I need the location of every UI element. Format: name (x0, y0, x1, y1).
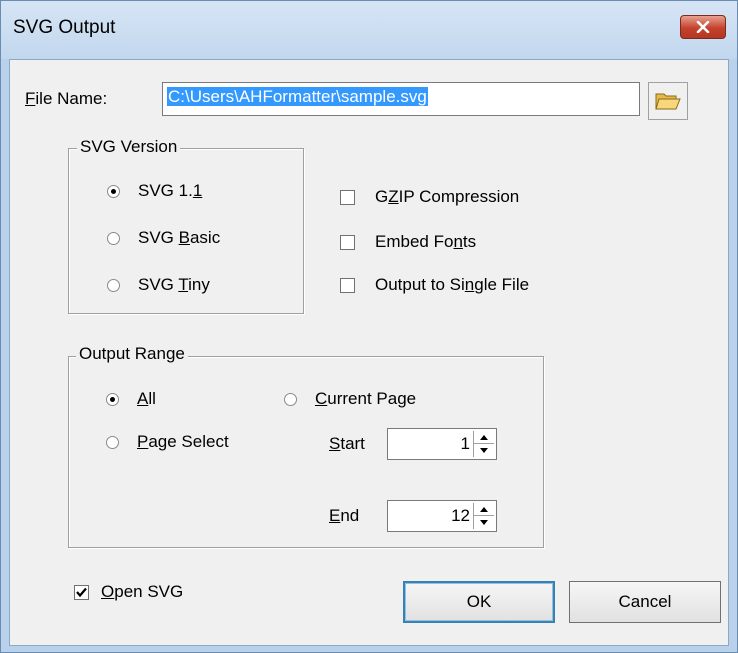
checkbox-single-file-label: Output to Single File (375, 275, 530, 294)
checkmark-icon (76, 587, 87, 597)
radio-indicator (107, 278, 120, 292)
checkbox-box (74, 584, 89, 600)
radio-svg-basic-label: SVG Basic (138, 228, 221, 247)
file-name-label: File Name: (25, 89, 108, 108)
close-button[interactable] (680, 15, 726, 39)
checkbox-box (340, 234, 355, 250)
checkbox-gzip-label: GZIP Compression (375, 187, 520, 206)
radio-page-select-label: Page Select (137, 432, 229, 451)
checkbox-output-single-file[interactable]: Output to Single File (340, 275, 529, 295)
radio-svg-tiny-label: SVG Tiny (138, 275, 210, 294)
arrow-up-icon (480, 434, 488, 440)
arrow-down-icon (480, 519, 488, 525)
end-label: End (329, 506, 360, 525)
radio-svg-basic[interactable]: SVG Basic (107, 228, 220, 248)
checkbox-box (340, 189, 355, 205)
checkbox-embed-fonts-label: Embed Fonts (375, 232, 477, 251)
cancel-button[interactable]: Cancel (569, 581, 721, 623)
arrow-down-icon (480, 447, 488, 453)
svg-output-dialog: SVG Output File Name: C:\Users\AHFormatt… (0, 0, 738, 653)
checkbox-box (340, 277, 355, 293)
checkbox-open-svg-label: Open SVG (101, 582, 184, 601)
radio-indicator (107, 231, 120, 245)
svg-version-group: SVG Version SVG 1.1 SVG Basic SVG Tiny (68, 137, 304, 314)
radio-selected-indicator (106, 392, 119, 406)
open-folder-icon (655, 93, 681, 110)
cancel-button-label: Cancel (618, 592, 672, 611)
spin-down-button[interactable] (474, 515, 494, 528)
spin-down-button[interactable] (474, 443, 494, 456)
checkbox-gzip-compression[interactable]: GZIP Compression (340, 187, 519, 207)
start-page-value: 1 (460, 434, 470, 453)
start-page-spinner[interactable]: 1 (387, 428, 497, 460)
radio-indicator (284, 392, 297, 406)
ok-button[interactable]: OK (403, 581, 555, 623)
radio-page-select[interactable]: Page Select (106, 432, 229, 452)
radio-indicator (106, 435, 119, 449)
end-page-spinner[interactable]: 12 (387, 500, 497, 532)
file-name-input[interactable]: C:\Users\AHFormatter\sample.svg (162, 82, 640, 116)
arrow-up-icon (480, 506, 488, 512)
spin-up-button[interactable] (474, 503, 494, 515)
spin-up-button[interactable] (474, 431, 494, 443)
checkbox-embed-fonts[interactable]: Embed Fonts (340, 232, 476, 252)
start-spinner-arrows (473, 431, 494, 457)
dialog-title: SVG Output (13, 17, 116, 38)
browse-button[interactable] (648, 82, 688, 120)
radio-current-page[interactable]: Current Page (284, 389, 416, 409)
dialog-client-area: File Name: C:\Users\AHFormatter\sample.s… (9, 59, 729, 646)
radio-all[interactable]: All (106, 389, 156, 409)
radio-svg-1-1-label: SVG 1.1 (138, 181, 203, 200)
file-name-value: C:\Users\AHFormatter\sample.svg (167, 87, 428, 106)
radio-svg-tiny[interactable]: SVG Tiny (107, 275, 210, 295)
radio-selected-indicator (107, 184, 120, 198)
ok-button-label: OK (466, 592, 492, 611)
radio-svg-1-1[interactable]: SVG 1.1 (107, 181, 202, 201)
close-icon (696, 21, 710, 33)
end-page-value: 12 (451, 506, 470, 525)
radio-current-page-label: Current Page (315, 389, 417, 408)
end-spinner-arrows (473, 503, 494, 529)
checkbox-open-svg[interactable]: Open SVG (74, 582, 183, 602)
radio-all-label: All (137, 389, 156, 408)
title-bar[interactable]: SVG Output (1, 1, 737, 59)
svg-version-group-title: SVG Version (77, 137, 181, 157)
output-range-group-title: Output Range (76, 344, 188, 364)
start-label: Start (329, 434, 365, 453)
